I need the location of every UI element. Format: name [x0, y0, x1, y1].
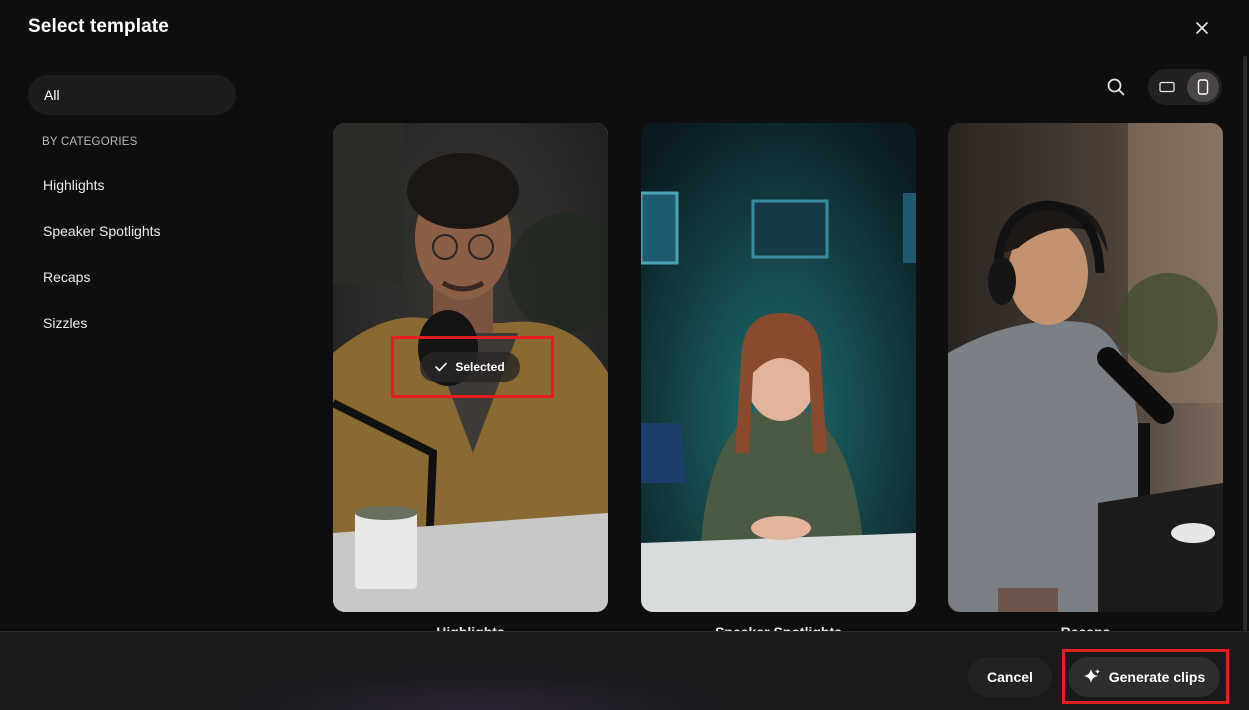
annotation-box-selected	[391, 336, 554, 398]
template-card-recaps[interactable]	[948, 123, 1223, 612]
sidebar-item-label: All	[44, 87, 60, 103]
sidebar-item-highlights[interactable]: Highlights	[28, 162, 236, 208]
sidebar-item-sizzles[interactable]: Sizzles	[28, 300, 236, 346]
category-sidebar: All BY CATEGORIES Highlights Speaker Spo…	[28, 75, 236, 346]
aspect-ratio-toggle	[1148, 69, 1222, 105]
sidebar-item-label: Highlights	[43, 177, 105, 193]
sidebar-item-label: Speaker Spotlights	[43, 223, 161, 239]
sidebar-item-label: Recaps	[43, 269, 91, 285]
sidebar-heading: BY CATEGORIES	[42, 136, 138, 148]
scrollbar[interactable]	[1243, 56, 1247, 631]
sidebar-item-all[interactable]: All	[28, 75, 236, 115]
template-card-speaker-spotlights[interactable]	[641, 123, 916, 612]
cancel-label: Cancel	[987, 669, 1033, 685]
close-button[interactable]	[1190, 16, 1214, 40]
landscape-icon	[1159, 81, 1175, 93]
sidebar-item-speaker-spotlights[interactable]: Speaker Spotlights	[28, 208, 236, 254]
search-icon	[1107, 78, 1125, 96]
cancel-button[interactable]: Cancel	[968, 657, 1052, 697]
sidebar-item-recaps[interactable]: Recaps	[28, 254, 236, 300]
annotation-box-generate	[1062, 649, 1229, 704]
sidebar-item-label: Sizzles	[43, 315, 88, 331]
portrait-icon	[1197, 79, 1209, 95]
template-thumbnail	[948, 123, 1223, 612]
template-thumbnail	[641, 123, 916, 612]
search-button[interactable]	[1104, 75, 1128, 99]
portrait-view-button[interactable]	[1187, 72, 1219, 102]
close-icon	[1196, 22, 1208, 34]
landscape-view-button[interactable]	[1151, 72, 1183, 102]
dialog-title: Select template	[28, 16, 169, 37]
